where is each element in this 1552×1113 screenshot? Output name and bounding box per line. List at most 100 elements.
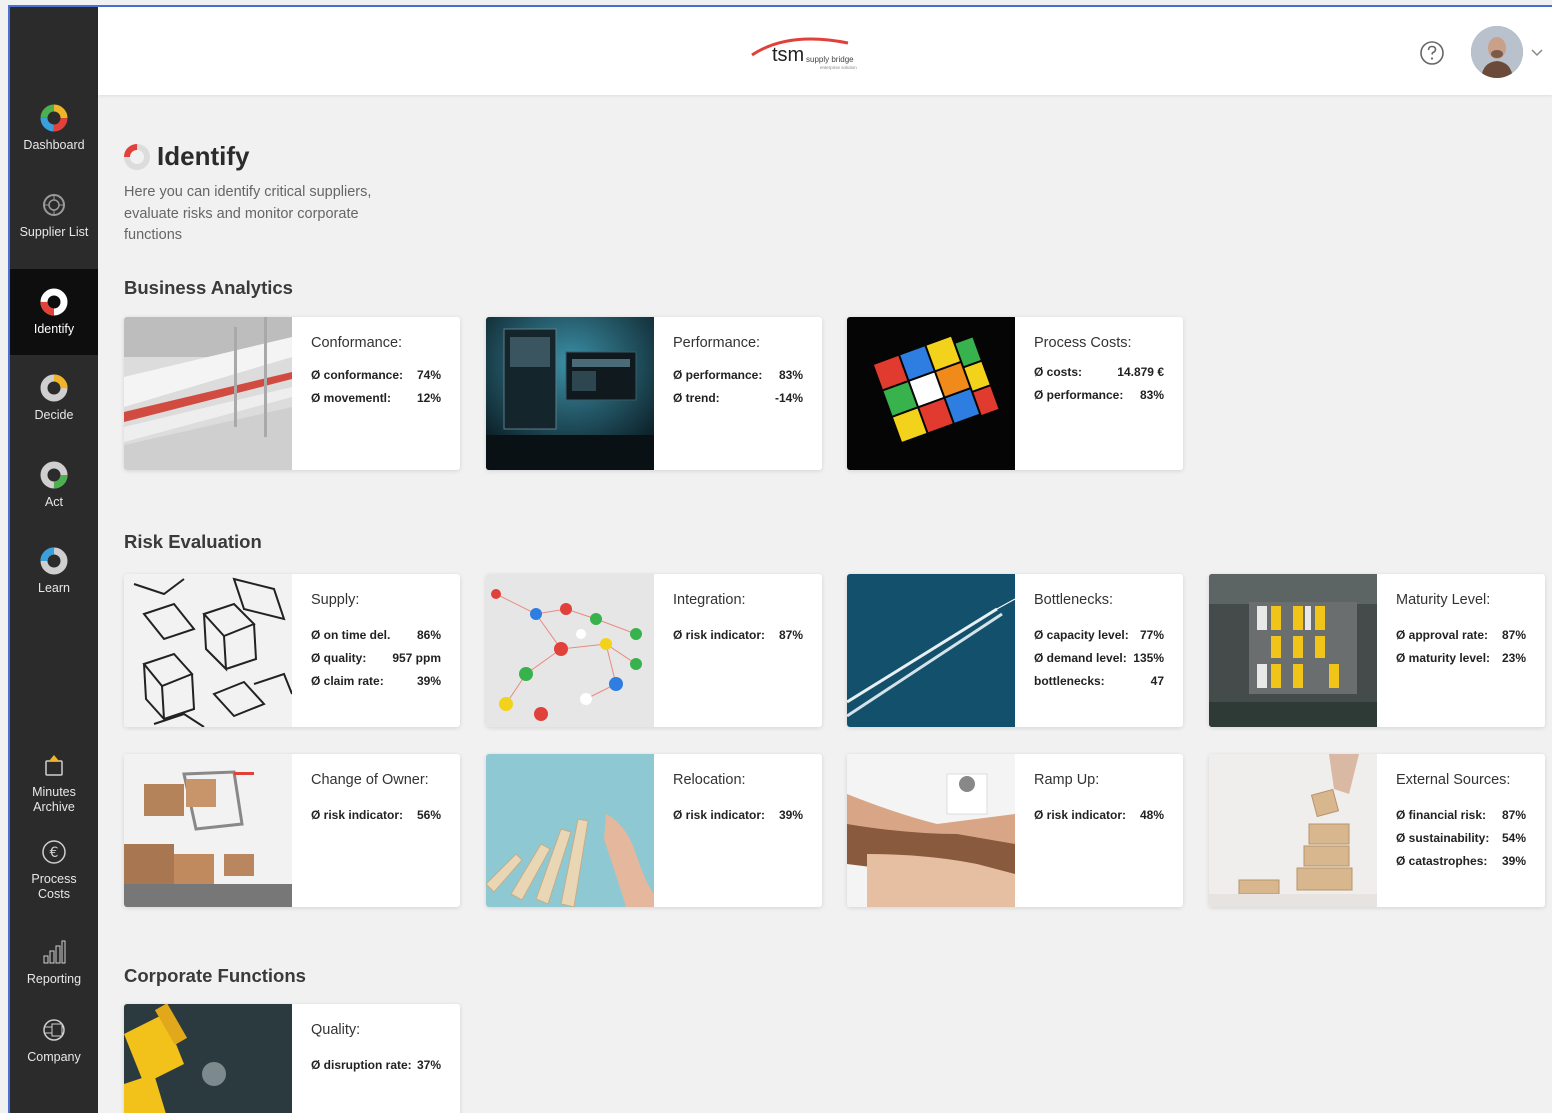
sidebar-item-company[interactable]: Company bbox=[10, 997, 98, 1083]
sidebar-item-supplier-list[interactable]: Supplier List bbox=[10, 172, 98, 258]
card-title: Ramp Up: bbox=[1034, 772, 1100, 788]
card-stat-row: Ø capacity level: 77% bbox=[1034, 628, 1164, 642]
stat-label: Ø disruption rate: bbox=[311, 1058, 412, 1072]
sidebar-item-label: Company bbox=[27, 1049, 81, 1064]
card-stat-row: Ø claim rate: 39% bbox=[311, 674, 441, 688]
card-stat-row: Ø approval rate: 87% bbox=[1396, 628, 1526, 642]
stat-value: 48% bbox=[1139, 808, 1164, 822]
stat-label: Ø risk indicator: bbox=[311, 808, 404, 822]
card-change-of-owner[interactable]: Change of Owner: Ø risk indicator: 56% bbox=[124, 754, 460, 907]
sidebar: Dashboard Supplier List Identify Decide … bbox=[10, 7, 98, 1113]
card-image-tools bbox=[124, 1004, 292, 1113]
card-relocation[interactable]: Relocation: Ø risk indicator: 39% bbox=[486, 754, 822, 907]
stat-value: 39% bbox=[778, 808, 803, 822]
card-image-train-station bbox=[124, 317, 292, 470]
card-stat-row: Ø costs: 14.879 € bbox=[1034, 365, 1164, 379]
card-title: Performance: bbox=[673, 335, 761, 351]
sidebar-item-decide[interactable]: Decide bbox=[10, 355, 98, 441]
stat-label: bottlenecks: bbox=[1034, 674, 1105, 688]
card-bottlenecks[interactable]: Bottlenecks: Ø capacity level: 77% Ø dema… bbox=[847, 574, 1183, 727]
stat-label: Ø capacity level: bbox=[1034, 628, 1129, 642]
sidebar-item-label: Learn bbox=[38, 580, 70, 595]
card-stat-row: Ø risk indicator: 87% bbox=[673, 628, 803, 642]
intro-line-1: Here you can identify critical suppliers… bbox=[124, 184, 372, 200]
identify-title-icon bbox=[124, 144, 150, 170]
card-title: Change of Owner: bbox=[311, 772, 429, 788]
sidebar-item-reporting[interactable]: Reporting bbox=[10, 919, 98, 1005]
stat-value: 23% bbox=[1501, 651, 1526, 665]
chevron-down-icon[interactable] bbox=[1530, 47, 1544, 57]
sidebar-item-label: Act bbox=[44, 494, 64, 509]
stat-label: Ø on time del. bbox=[311, 628, 391, 642]
card-stat-row: Ø movementl: 12% bbox=[311, 391, 441, 405]
stat-value: 957 ppm bbox=[392, 651, 441, 665]
supplier-list-icon bbox=[43, 193, 65, 216]
card-performance[interactable]: Performance: Ø performance: 83% Ø trend: -… bbox=[486, 317, 822, 470]
stat-label: Ø maturity level: bbox=[1396, 651, 1491, 665]
card-supply[interactable]: Supply: Ø on time del. 86% Ø quality: 957 … bbox=[124, 574, 460, 727]
intro-line-2: evaluate risks and monitor corporate bbox=[124, 205, 359, 222]
stat-value: 77% bbox=[1139, 628, 1164, 642]
card-stat-row: Ø risk indicator: 48% bbox=[1034, 808, 1164, 822]
identify-ring-icon bbox=[40, 288, 68, 315]
card-image-wire-cubes bbox=[124, 574, 292, 727]
card-external-sources[interactable]: External Sources: Ø financial risk: 87% Ø… bbox=[1209, 754, 1545, 907]
card-image-container-yard bbox=[1209, 574, 1377, 727]
stat-label: Ø approval rate: bbox=[1396, 628, 1489, 642]
card-maturity-level[interactable]: Maturity Level: Ø approval rate: 87% Ø ma… bbox=[1209, 574, 1545, 727]
card-image-pin-network bbox=[486, 574, 654, 727]
stat-value: 87% bbox=[778, 628, 803, 642]
sidebar-item-label-line1: Minutes bbox=[32, 785, 76, 799]
section-title-business-analytics: Business Analytics bbox=[124, 277, 293, 298]
sidebar-item-identify[interactable]: Identify bbox=[10, 269, 98, 355]
reporting-icon bbox=[43, 940, 66, 963]
card-title: Conformance: bbox=[311, 335, 403, 351]
sidebar-item-label-line2: Archive bbox=[33, 800, 75, 814]
stat-value: -14% bbox=[774, 391, 803, 405]
act-ring-icon bbox=[40, 461, 68, 488]
stat-label: Ø risk indicator: bbox=[1034, 808, 1127, 822]
stat-value: 54% bbox=[1501, 831, 1526, 845]
stat-label: Ø costs: bbox=[1034, 365, 1083, 379]
card-image-shopping-cart-boxes bbox=[124, 754, 292, 907]
user-avatar[interactable] bbox=[1471, 26, 1523, 78]
stat-value: 135% bbox=[1133, 651, 1164, 665]
card-image-wooden-blocks bbox=[1209, 754, 1377, 907]
learn-ring-icon bbox=[40, 547, 68, 574]
tsm-logo[interactable]: tsm supply bridge enterprise solution bbox=[748, 29, 868, 77]
sidebar-item-process-costs[interactable]: € Process Costs bbox=[10, 827, 98, 913]
svg-text:€: € bbox=[50, 845, 59, 861]
card-conformance[interactable]: Conformance: Ø conformance: 74% Ø movemen… bbox=[124, 317, 460, 470]
stat-value: 87% bbox=[1501, 808, 1526, 822]
stat-value: 83% bbox=[1139, 388, 1164, 402]
sidebar-item-act[interactable]: Act bbox=[10, 442, 98, 528]
stat-value: 37% bbox=[416, 1058, 441, 1072]
dashboard-ring-icon bbox=[40, 104, 68, 131]
stat-value: 12% bbox=[416, 391, 441, 405]
section-title-corporate-functions: Corporate Functions bbox=[124, 965, 306, 986]
card-stat-row: Ø risk indicator: 56% bbox=[311, 808, 441, 822]
stat-value: 14.879 € bbox=[1117, 365, 1164, 379]
sidebar-item-minutes-archive[interactable]: Minutes Archive bbox=[10, 740, 98, 826]
card-process-costs[interactable]: Process Costs: Ø costs: 14.879 € Ø perfor… bbox=[847, 317, 1183, 470]
card-stat-row: Ø financial risk: 87% bbox=[1396, 808, 1526, 822]
stat-label: Ø risk indicator: bbox=[673, 628, 766, 642]
sidebar-item-dashboard[interactable]: Dashboard bbox=[10, 85, 98, 171]
card-stat-row: Ø performance: 83% bbox=[1034, 388, 1164, 402]
card-stat-row: Ø sustainability: 54% bbox=[1396, 831, 1526, 845]
help-icon[interactable] bbox=[1418, 39, 1446, 67]
card-title: Relocation: bbox=[673, 772, 746, 788]
sidebar-item-learn[interactable]: Learn bbox=[10, 528, 98, 614]
stat-label: Ø risk indicator: bbox=[673, 808, 766, 822]
card-ramp-up[interactable]: Ramp Up: Ø risk indicator: 48% bbox=[847, 754, 1183, 907]
stat-label: Ø demand level: bbox=[1034, 651, 1127, 665]
stat-label: Ø catastrophes: bbox=[1396, 854, 1488, 868]
card-quality[interactable]: Quality: Ø disruption rate: 37% bbox=[124, 1004, 460, 1113]
card-stat-row: bottlenecks: 47 bbox=[1034, 674, 1164, 688]
card-integration[interactable]: Integration: Ø risk indicator: 87% bbox=[486, 574, 822, 727]
stat-label: Ø movementl: bbox=[311, 391, 392, 405]
card-stat-row: Ø performance: 83% bbox=[673, 368, 803, 382]
card-stat-row: Ø on time del. 86% bbox=[311, 628, 441, 642]
card-title: Quality: bbox=[311, 1022, 361, 1038]
card-title: Bottlenecks: bbox=[1034, 592, 1113, 608]
